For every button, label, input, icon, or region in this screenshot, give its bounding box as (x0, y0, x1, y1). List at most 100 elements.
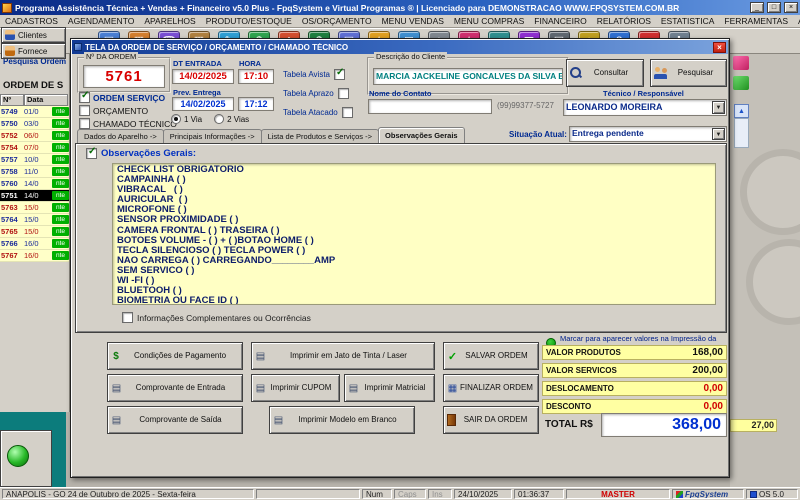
order-row[interactable]: 5764 15/0 nte (0, 214, 69, 226)
order-row[interactable]: 5766 16/0 nte (0, 238, 69, 250)
order-date: 16/0 (24, 251, 39, 260)
order-row[interactable]: 5765 15/0 nte (0, 226, 69, 238)
menu-item[interactable]: FINANCEIRO (529, 16, 591, 26)
situation-select[interactable]: Entrega pendente ▼ (569, 126, 727, 142)
tab[interactable]: Lista de Produtos e Serviços -> (260, 129, 380, 143)
order-number: 5763 (1, 203, 18, 212)
chevron-down-icon[interactable]: ▼ (712, 101, 725, 114)
radio-icon (171, 114, 181, 124)
price-table-checkbox[interactable]: Tabela Avista (283, 65, 353, 84)
dialog-tabs: Dados do Aparelho -> Principais Informaçõ… (77, 127, 465, 143)
price-table-checkboxes: Tabela Avista Tabela Aprazo Tabela Ataca… (283, 65, 353, 122)
column-data[interactable]: Data (24, 94, 68, 106)
menu-item[interactable]: OS/ORÇAMENTO (297, 16, 377, 26)
menu-item[interactable]: AJUDA (793, 16, 800, 26)
order-row[interactable]: 5751 14/0 nte (0, 190, 69, 202)
maximize-button[interactable]: □ (767, 2, 781, 13)
copies-radio[interactable]: 2 Vias (214, 114, 249, 124)
dialog-close-button[interactable]: × (713, 41, 726, 53)
search-client-button[interactable]: Pesquisar (650, 59, 727, 87)
order-date: 14/0 (24, 191, 39, 200)
scroll-up-button[interactable]: ▲ (734, 104, 749, 118)
menu-item[interactable]: ESTATISTICA (656, 16, 720, 26)
menu-item[interactable]: MENU VENDAS (377, 16, 449, 26)
scrollbar-track[interactable] (734, 118, 749, 148)
observations-checkbox[interactable]: Observações Gerais: (86, 146, 196, 159)
client-name-field[interactable]: MARCIA JACKELINE GONCALVES DA SILVA BE (373, 68, 563, 85)
menu-item[interactable]: RELATÓRIOS (592, 16, 656, 26)
tab[interactable]: Principais Informações -> (162, 129, 262, 143)
minimize-button[interactable]: _ (750, 2, 764, 13)
observations-textarea[interactable]: CHECK LIST OBRIGATORIO CAMPAINHA ( ) VIB… (112, 163, 716, 305)
orders-list-title: ORDEM DE S (3, 80, 64, 91)
background-panel (0, 430, 52, 487)
tab[interactable]: Dados do Aparelho -> (77, 129, 164, 143)
exit-receipt-button[interactable]: ▤ Comprovante de Saída (107, 406, 243, 434)
menu-item[interactable]: AGENDAMENTO (63, 16, 139, 26)
contact-field[interactable] (368, 99, 492, 114)
menu-item[interactable]: PRODUTO/ESTOQUE (201, 16, 297, 26)
finish-order-label: FINALIZAR ORDEM (460, 382, 533, 392)
menu-item[interactable]: MENU COMPRAS (449, 16, 529, 26)
order-number-field[interactable]: 5761 (83, 65, 165, 88)
menu-item[interactable]: APARELHOS (139, 16, 200, 26)
delivery-time-field[interactable]: 17:12 (238, 97, 274, 111)
clients-tab-label: Clientes (18, 30, 47, 40)
order-row[interactable]: 5750 03/0 nte (0, 118, 69, 130)
status-num: Num (362, 489, 392, 499)
order-date: 15/0 (24, 215, 39, 224)
checkbox-label: Tabela Aprazo (283, 89, 334, 98)
consult-button[interactable]: Consultar (566, 59, 644, 87)
entry-date-field[interactable]: 14/02/2025 (172, 69, 234, 84)
checkbox-icon (79, 105, 90, 116)
order-row[interactable]: 5757 10/0 nte (0, 154, 69, 166)
order-row[interactable]: 5749 01/0 nte (0, 106, 69, 118)
print-laser-button[interactable]: ▤ Imprimir em Jato de Tinta / Laser (251, 342, 435, 370)
print-matrix-button[interactable]: ▤ Imprimir Matricial (344, 374, 435, 402)
save-order-button[interactable]: ✓ SALVAR ORDEM (443, 342, 539, 370)
finish-order-button[interactable]: ▦ FINALIZAR ORDEM (443, 374, 539, 402)
order-row[interactable]: 5763 15/0 nte (0, 202, 69, 214)
green-sphere-icon[interactable] (7, 445, 29, 467)
tab[interactable]: Observações Gerais (378, 127, 465, 143)
status-chip: nte (52, 239, 69, 248)
exit-order-button[interactable]: SAIR DA ORDEM (443, 406, 539, 434)
delivery-date-field[interactable]: 14/02/2025 (172, 97, 234, 111)
clients-tab-button[interactable]: Clientes (1, 27, 66, 43)
price-table-checkbox[interactable]: Tabela Aprazo (283, 84, 353, 103)
technician-label: Técnico / Responsável (603, 89, 684, 98)
order-row[interactable]: 5758 11/0 nte (0, 166, 69, 178)
total-row-value: 200,00 (692, 365, 723, 376)
order-row[interactable]: 5760 14/0 nte (0, 178, 69, 190)
order-number: 5750 (1, 119, 18, 128)
complementary-info-checkbox[interactable]: Informações Complementares ou Ocorrência… (122, 312, 311, 323)
window-title: Programa Assistência Técnica + Vendas + … (15, 2, 680, 13)
suppliers-tab-button[interactable]: Fornece (1, 43, 66, 59)
copies-radio[interactable]: 1 Via (171, 114, 202, 124)
status-time: 01:36:37 (514, 489, 564, 499)
order-row[interactable]: 5752 06/0 nte (0, 130, 69, 142)
entry-time-field[interactable]: 17:10 (238, 69, 274, 84)
payment-terms-button[interactable]: $ Condições de Pagamento (107, 342, 243, 370)
status-chip: nte (52, 179, 69, 188)
order-type-checkbox[interactable]: ORDEM SERVIÇO (79, 90, 177, 104)
order-date: 03/0 (24, 119, 39, 128)
entry-receipt-button[interactable]: ▤ Comprovante de Entrada (107, 374, 243, 402)
status-spacer (256, 489, 360, 499)
background-orders-panel: Pesquisa Ordem ORDEM DE S Nº Data 5749 0… (0, 54, 70, 412)
print-coupon-button[interactable]: ▤ Imprimir CUPOM (251, 374, 340, 402)
menu-item[interactable]: FERRAMENTAS (719, 16, 793, 26)
print-blank-button[interactable]: ▤ Imprimir Modelo em Branco (269, 406, 415, 434)
exit-receipt-label: Comprovante de Saída (139, 414, 222, 424)
order-row[interactable]: 5754 07/0 nte (0, 142, 69, 154)
order-row[interactable]: 5767 16/0 nte (0, 250, 69, 262)
order-number-label: Nº DA ORDEM (84, 52, 139, 61)
technician-select[interactable]: LEONARDO MOREIRA ▼ (563, 99, 727, 116)
printer-icon: ▤ (255, 350, 266, 362)
price-table-checkbox[interactable]: Tabela Atacado (283, 103, 353, 122)
chevron-down-icon[interactable]: ▼ (712, 128, 725, 140)
column-num[interactable]: Nº (0, 94, 24, 106)
menu-item[interactable]: CADASTROS (0, 16, 63, 26)
close-button[interactable]: × (784, 2, 798, 13)
order-type-checkbox[interactable]: ORÇAMENTO (79, 104, 177, 117)
